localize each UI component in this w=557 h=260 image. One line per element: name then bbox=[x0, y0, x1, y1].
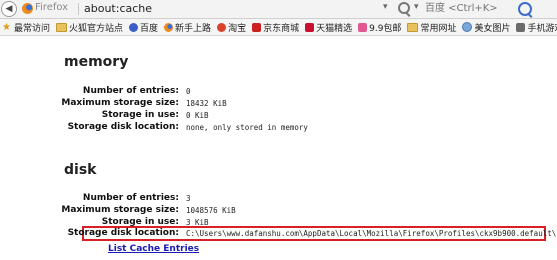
row-label: Maximum storage size: bbox=[61, 98, 179, 108]
shopping-icon bbox=[358, 22, 368, 32]
memory-max-size-row: Maximum storage size: 18432 KiB bbox=[0, 98, 557, 110]
url-input[interactable] bbox=[84, 1, 384, 16]
bookmark-label: 美女图片 bbox=[474, 23, 511, 34]
tmall-icon bbox=[305, 22, 315, 32]
bookmark-official-site[interactable]: 火狐官方站点 bbox=[56, 20, 123, 34]
url-dropdown-icon[interactable]: ▾ bbox=[383, 2, 388, 12]
bookmark-label: 百度 bbox=[140, 23, 159, 34]
disk-section-title: disk bbox=[64, 162, 97, 178]
disk-max-size-row: Maximum storage size: 1048576 KiB bbox=[0, 205, 557, 217]
firefox-icon bbox=[164, 22, 174, 32]
firefox-icon bbox=[22, 3, 33, 14]
game-icon bbox=[516, 22, 526, 32]
globe-icon bbox=[462, 22, 473, 32]
row-label: Storage disk location: bbox=[67, 122, 179, 132]
row-label: Storage disk location: bbox=[67, 228, 179, 238]
page-content: memory Number of entries: 0 Maximum stor… bbox=[0, 36, 557, 260]
row-value: none, only stored in memory bbox=[186, 123, 308, 132]
bookmark-pictures[interactable]: 美女图片 bbox=[462, 20, 510, 34]
bookmark-label: 淘宝 bbox=[228, 23, 247, 34]
bookmark-label: 9.9包邮 bbox=[369, 23, 402, 34]
jd-icon bbox=[252, 22, 262, 32]
folder-icon bbox=[56, 22, 68, 32]
bookmark-most-visited[interactable]: ★ 最常访问 bbox=[2, 20, 50, 34]
bookmark-label: 最常访问 bbox=[14, 23, 51, 34]
memory-entries-row: Number of entries: 0 bbox=[0, 86, 557, 98]
search-go-icon[interactable] bbox=[518, 2, 532, 16]
row-label: Storage in use: bbox=[101, 110, 179, 120]
row-label: Maximum storage size: bbox=[61, 205, 179, 215]
memory-section-title: memory bbox=[64, 54, 129, 70]
list-cache-entries-link[interactable]: List Cache Entries bbox=[108, 244, 199, 254]
row-label: Number of entries: bbox=[82, 193, 179, 203]
memory-in-use-row: Storage in use: 0 KiB bbox=[0, 110, 557, 122]
chevron-down-icon[interactable]: ▾ bbox=[414, 2, 419, 12]
bookmark-free-shipping[interactable]: 9.9包邮 bbox=[358, 20, 401, 34]
url-bar: ◀ Firefox ▾ ▾ bbox=[0, 0, 557, 19]
folder-icon bbox=[407, 22, 419, 32]
bookmark-label: 火狐官方站点 bbox=[69, 23, 124, 34]
bookmark-common-sites[interactable]: 常用网址 bbox=[407, 20, 456, 34]
bookmark-label: 新手上路 bbox=[175, 23, 212, 34]
bookmarks-toolbar: ★ 最常访问 火狐官方站点 百度 新手上路 淘宝 京东商城 天猫精选 9.9包邮… bbox=[0, 19, 557, 36]
url-divider bbox=[78, 3, 79, 15]
star-icon: ★ bbox=[2, 21, 11, 33]
row-value: 3 bbox=[186, 194, 191, 203]
row-value: 0 KiB bbox=[186, 111, 209, 120]
search-input[interactable] bbox=[425, 1, 515, 16]
site-identity-label[interactable]: Firefox bbox=[35, 2, 68, 13]
taobao-icon bbox=[217, 22, 227, 32]
bookmark-label: 京东商城 bbox=[263, 23, 300, 34]
bookmark-getting-started[interactable]: 新手上路 bbox=[164, 20, 211, 34]
row-value: 18432 KiB bbox=[186, 99, 227, 108]
back-button[interactable]: ◀ bbox=[1, 1, 17, 17]
bookmark-jd[interactable]: 京东商城 bbox=[252, 20, 299, 34]
disk-entries-row: Number of entries: 3 bbox=[0, 193, 557, 205]
baidu-icon bbox=[129, 22, 139, 32]
row-value: 0 bbox=[186, 87, 191, 96]
row-value: C:\Users\www.dafanshu.com\AppData\Local\… bbox=[186, 229, 557, 238]
bookmark-mobile-games[interactable]: 手机游戏 bbox=[516, 20, 557, 34]
memory-location-row: Storage disk location: none, only stored… bbox=[0, 122, 557, 134]
bookmark-label: 常用网址 bbox=[420, 23, 457, 34]
back-arrow-icon: ◀ bbox=[5, 4, 13, 14]
bookmark-label: 手机游戏 bbox=[527, 23, 557, 34]
row-value: 1048576 KiB bbox=[186, 206, 236, 215]
disk-location-row: Storage disk location: C:\Users\www.dafa… bbox=[0, 228, 557, 240]
row-label: Number of entries: bbox=[82, 86, 179, 96]
bookmark-label: 天猫精选 bbox=[316, 23, 353, 34]
bookmark-tmall[interactable]: 天猫精选 bbox=[305, 20, 352, 34]
bookmark-taobao[interactable]: 淘宝 bbox=[217, 20, 246, 34]
bookmark-baidu[interactable]: 百度 bbox=[129, 20, 158, 34]
search-engine-icon[interactable] bbox=[398, 2, 410, 14]
